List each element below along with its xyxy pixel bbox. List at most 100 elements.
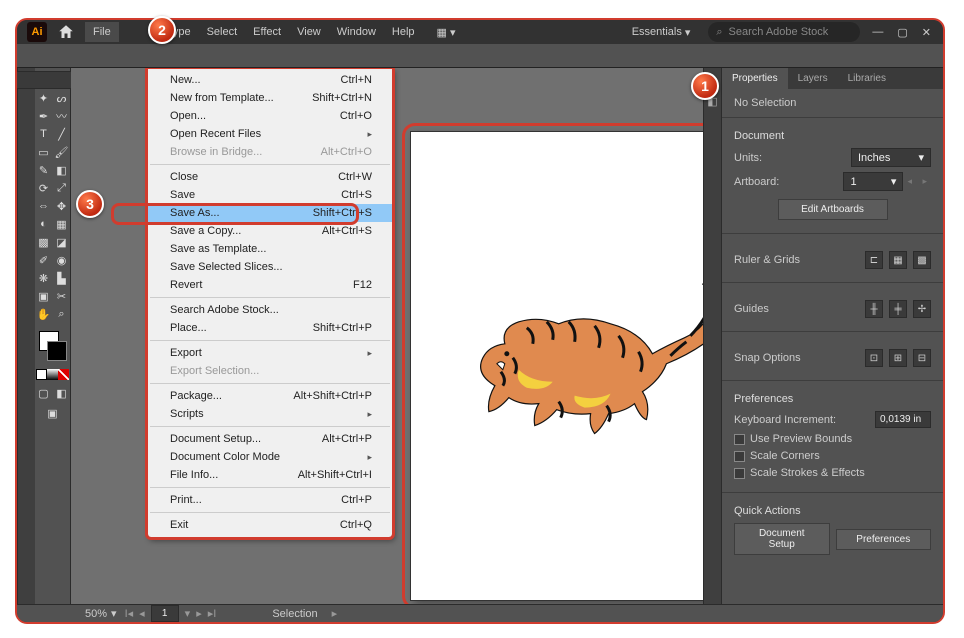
snap-point-icon[interactable]: ⊡ xyxy=(865,349,883,367)
menu-item[interactable]: Save As...Shift+Ctrl+S xyxy=(148,204,392,222)
width-tool[interactable]: ⇔ xyxy=(35,197,53,215)
page-input[interactable]: 1 xyxy=(151,605,179,622)
menu-view[interactable]: View xyxy=(289,22,329,42)
snap-grid-icon[interactable]: ⊞ xyxy=(889,349,907,367)
graph-tool[interactable]: ▙ xyxy=(53,269,71,287)
symbol-sprayer-tool[interactable]: ❋ xyxy=(35,269,53,287)
menu-effect[interactable]: Effect xyxy=(245,22,289,42)
artboard-nav-bar[interactable]: I◂◂1▾▸▸I xyxy=(125,605,217,622)
menu-item[interactable]: Place...Shift+Ctrl+P xyxy=(148,319,392,337)
menu-item[interactable]: New...Ctrl+N xyxy=(148,71,392,89)
menu-item[interactable]: New from Template...Shift+Ctrl+N xyxy=(148,89,392,107)
snap-pixel-icon[interactable]: ⊟ xyxy=(913,349,931,367)
menu-select[interactable]: Select xyxy=(199,22,246,42)
edit-artboards-button[interactable]: Edit Artboards xyxy=(778,199,888,220)
draw-mode-normal[interactable]: ▢ xyxy=(35,384,53,402)
magic-wand-tool[interactable]: ✦ xyxy=(35,89,53,107)
scale-tool[interactable]: ⤢ xyxy=(53,179,71,197)
hand-tool[interactable]: ✋ xyxy=(35,305,53,323)
menu-edit[interactable] xyxy=(119,28,145,36)
menu-window[interactable]: Window xyxy=(329,22,384,42)
pen-tool[interactable]: ✒ xyxy=(35,107,53,125)
zoom-select[interactable]: 50%▾ xyxy=(85,607,117,620)
menu-item[interactable]: Open...Ctrl+O xyxy=(148,107,392,125)
tab-properties[interactable]: Properties xyxy=(722,68,788,89)
paintbrush-tool[interactable]: 🖌 xyxy=(53,143,71,161)
draw-mode-behind[interactable]: ◧ xyxy=(53,384,71,402)
menu-item[interactable]: RevertF12 xyxy=(148,276,392,294)
screen-mode[interactable]: ▣ xyxy=(44,404,62,422)
scale-strokes-checkbox[interactable] xyxy=(734,468,745,479)
zoom-tool[interactable]: ⌕ xyxy=(53,305,71,323)
search-icon: ⌕ xyxy=(716,26,722,39)
menu-item[interactable]: Save a Copy...Alt+Ctrl+S xyxy=(148,222,392,240)
mesh-tool[interactable]: ▩ xyxy=(35,233,53,251)
scale-corners-checkbox[interactable] xyxy=(734,451,745,462)
guides-show-icon[interactable]: ╫ xyxy=(865,300,883,318)
document-setup-button[interactable]: Document Setup xyxy=(734,523,830,555)
menu-help[interactable]: Help xyxy=(384,22,423,42)
eraser-tool[interactable]: ◧ xyxy=(53,161,71,179)
smart-guides-icon[interactable]: ✢ xyxy=(913,300,931,318)
menu-item[interactable]: ExitCtrl+Q xyxy=(148,516,392,534)
minimize-button[interactable]: — xyxy=(872,26,883,39)
gradient-tool[interactable]: ◪ xyxy=(53,233,71,251)
menu-item[interactable]: CloseCtrl+W xyxy=(148,168,392,186)
workspace-switcher[interactable]: Essentials▾ xyxy=(622,24,701,41)
menu-item[interactable]: Scripts xyxy=(148,405,392,423)
menu-item[interactable]: Document Setup...Alt+Ctrl+P xyxy=(148,430,392,448)
menu-file[interactable]: File xyxy=(85,22,119,42)
menu-item-label: Export Selection... xyxy=(170,365,259,377)
tab-layers[interactable]: Layers xyxy=(788,68,838,89)
menu-item[interactable]: Package...Alt+Shift+Ctrl+P xyxy=(148,387,392,405)
ruler-icon[interactable]: ⊏ xyxy=(865,251,883,269)
grid-icon[interactable]: ▦ xyxy=(889,251,907,269)
preferences-button[interactable]: Preferences xyxy=(836,529,932,550)
home-icon[interactable] xyxy=(57,23,75,41)
close-button[interactable]: ✕ xyxy=(922,26,931,39)
rectangle-tool[interactable]: ▭ xyxy=(35,143,53,161)
control-bar xyxy=(17,44,943,68)
color-mode-row[interactable] xyxy=(36,369,69,380)
fill-stroke-swatch[interactable] xyxy=(37,329,69,363)
artboard[interactable] xyxy=(411,132,703,600)
rotate-tool[interactable]: ⟳ xyxy=(35,179,53,197)
menu-item[interactable]: File Info...Alt+Shift+Ctrl+I xyxy=(148,466,392,484)
free-transform-tool[interactable]: ✥ xyxy=(53,197,71,215)
maximize-button[interactable]: ▢ xyxy=(897,26,907,39)
transparency-grid-icon[interactable]: ▩ xyxy=(913,251,931,269)
keyboard-increment-input[interactable]: 0,0139 in xyxy=(875,411,931,428)
illustrator-window: Ai File ect Type Select Effect View Wind… xyxy=(15,18,945,624)
artboard-nav[interactable]: ◂ ▸ xyxy=(907,176,931,187)
menu-item[interactable]: Open Recent Files xyxy=(148,125,392,143)
arrange-documents-icon[interactable]: ▦ ▾ xyxy=(437,26,456,39)
tab-libraries[interactable]: Libraries xyxy=(838,68,896,89)
menu-item[interactable]: Print...Ctrl+P xyxy=(148,491,392,509)
chevron-down-icon: ▾ xyxy=(891,175,897,188)
menu-item[interactable]: Search Adobe Stock... xyxy=(148,301,392,319)
artboard-tool[interactable]: ▣ xyxy=(35,287,53,305)
menu-item[interactable]: Document Color Mode xyxy=(148,448,392,466)
chevron-right-icon[interactable]: ▸ xyxy=(332,607,338,620)
lasso-tool[interactable]: ᔕ xyxy=(53,89,71,107)
menu-item[interactable]: Save as Template... xyxy=(148,240,392,258)
artboard-select[interactable]: 1▾ xyxy=(843,172,903,191)
search-stock[interactable]: ⌕ Search Adobe Stock xyxy=(708,22,860,42)
shaper-tool[interactable]: ✎ xyxy=(35,161,53,179)
guides-lock-icon[interactable]: ╪ xyxy=(889,300,907,318)
menu-item[interactable]: Export xyxy=(148,344,392,362)
perspective-tool[interactable]: ▦ xyxy=(53,215,71,233)
blend-tool[interactable]: ◉ xyxy=(53,251,71,269)
slice-tool[interactable]: ✂ xyxy=(53,287,71,305)
type-tool[interactable]: T xyxy=(35,125,53,143)
menu-item[interactable]: Save Selected Slices... xyxy=(148,258,392,276)
curvature-tool[interactable]: 〰 xyxy=(53,107,71,125)
eyedropper-tool[interactable]: ✐ xyxy=(35,251,53,269)
zoom-value: 50% xyxy=(85,608,107,620)
units-select[interactable]: Inches▾ xyxy=(851,148,931,167)
menu-item[interactable]: SaveCtrl+S xyxy=(148,186,392,204)
preview-bounds-checkbox[interactable] xyxy=(734,434,745,445)
line-tool[interactable]: ╱ xyxy=(53,125,71,143)
shape-builder-tool[interactable]: ◐ xyxy=(35,215,53,233)
callout-badge-2: 2 xyxy=(148,16,176,44)
